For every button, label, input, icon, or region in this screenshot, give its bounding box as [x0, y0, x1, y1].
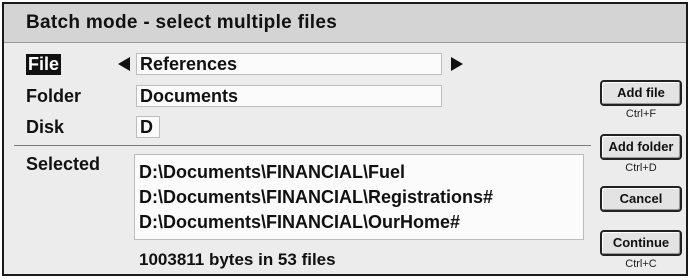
cancel-button[interactable]: Cancel	[600, 186, 682, 212]
add-folder-shortcut: Ctrl+D	[625, 162, 657, 174]
continue-button[interactable]: Continue	[600, 230, 682, 256]
disk-field[interactable]: D	[136, 116, 160, 138]
file-label: File	[26, 54, 62, 75]
add-file-button[interactable]: Add file	[600, 80, 682, 106]
list-item[interactable]: D:\Documents\FINANCIAL\Fuel	[139, 162, 405, 183]
add-file-shortcut: Ctrl+F	[625, 108, 657, 120]
selected-files-list[interactable]: D:\Documents\FINANCIAL\Fuel D:\Documents…	[134, 154, 584, 240]
add-folder-button[interactable]: Add folder	[600, 134, 682, 160]
file-field[interactable]: References	[136, 53, 442, 75]
disk-label: Disk	[26, 117, 65, 137]
right-arrow-icon[interactable]	[451, 57, 463, 71]
selected-label: Selected	[26, 154, 101, 174]
selection-summary: 1003811 bytes in 53 files	[139, 250, 336, 269]
list-item[interactable]: D:\Documents\FINANCIAL\Registrations#	[139, 187, 493, 208]
list-item[interactable]: D:\Documents\FINANCIAL\OurHome#	[139, 212, 460, 233]
folder-field[interactable]: Documents	[136, 85, 442, 107]
dialog-title: Batch mode - select multiple files	[26, 12, 338, 33]
folder-label: Folder	[26, 86, 82, 106]
continue-shortcut: Ctrl+C	[625, 258, 657, 270]
left-arrow-icon[interactable]	[118, 57, 130, 71]
title-bar: Batch mode - select multiple files	[4, 4, 686, 43]
batch-mode-dialog: Batch mode - select multiple files File …	[2, 2, 688, 276]
divider	[14, 145, 591, 146]
